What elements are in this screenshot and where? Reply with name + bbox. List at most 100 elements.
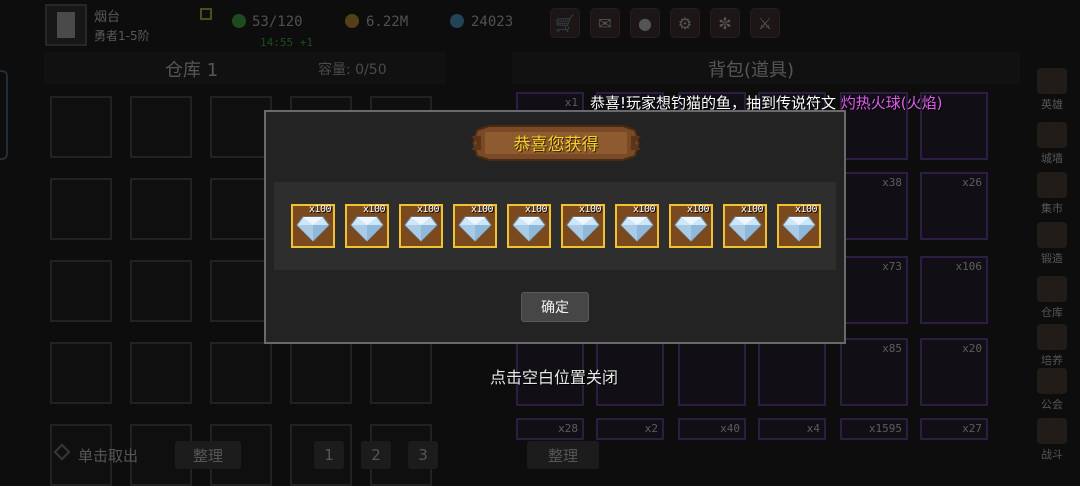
- sidebar-item-5[interactable]: 仓库: [1030, 276, 1074, 322]
- sidebar-item-icon: [1037, 122, 1067, 148]
- backpack-slot[interactable]: x38: [840, 172, 908, 240]
- take-out-label: 单击取出: [78, 447, 139, 465]
- backpack-slot[interactable]: x40: [678, 418, 746, 440]
- broadcast-highlight: 灼热火球(火焰): [840, 94, 943, 112]
- backpack-slot[interactable]: x4: [758, 418, 826, 440]
- diamond-icon: [512, 216, 546, 242]
- page-button-1[interactable]: 1: [314, 441, 344, 469]
- sidebar-item-3[interactable]: 集市: [1030, 172, 1074, 218]
- warehouse-slot[interactable]: [210, 342, 272, 404]
- backpack-slot-count: x4: [806, 422, 820, 435]
- warehouse-slot[interactable]: [290, 342, 352, 404]
- close-hint[interactable]: 点击空白位置关闭: [490, 364, 618, 388]
- warehouse-slot[interactable]: [50, 96, 112, 158]
- reward-item[interactable]: x100: [453, 204, 497, 248]
- backpack-title: 背包(道具): [708, 60, 795, 81]
- page-button-2[interactable]: 2: [361, 441, 391, 469]
- diamond-icon: [566, 216, 600, 242]
- reward-item-count: x100: [578, 204, 602, 215]
- reward-item[interactable]: x100: [345, 204, 389, 248]
- sidebar-item-8[interactable]: 战斗: [1030, 418, 1074, 464]
- sidebar-item-label: 仓库: [1041, 306, 1063, 319]
- backpack-slot[interactable]: x2: [596, 418, 664, 440]
- backpack-slot-count: x28: [558, 422, 578, 435]
- sidebar-item-2[interactable]: 城墙: [1030, 122, 1074, 168]
- warehouse-slot[interactable]: [50, 178, 112, 240]
- warehouse-slot[interactable]: [130, 96, 192, 158]
- warehouse-slot[interactable]: [130, 178, 192, 240]
- backpack-slot[interactable]: x85: [840, 338, 908, 406]
- backpack-slot[interactable]: [758, 338, 826, 406]
- backpack-slot[interactable]: x27: [920, 418, 988, 440]
- player-name: 烟台: [94, 10, 121, 25]
- reward-item[interactable]: x100: [399, 204, 443, 248]
- sidebar-item-label: 英雄: [1041, 98, 1063, 111]
- backpack-slot[interactable]: x106: [920, 256, 988, 324]
- reward-item-count: x100: [686, 204, 710, 215]
- sidebar-item-icon: [1037, 418, 1067, 444]
- avatar[interactable]: [45, 4, 87, 46]
- backpack-slot-count: x73: [882, 260, 902, 273]
- gamepad-icon[interactable]: ●: [630, 8, 660, 38]
- sidebar-item-icon: [1037, 276, 1067, 302]
- reward-item[interactable]: x100: [561, 204, 605, 248]
- warehouse-slot[interactable]: [210, 260, 272, 322]
- warehouse-slot[interactable]: [210, 96, 272, 158]
- reward-item[interactable]: x100: [777, 204, 821, 248]
- gear-icon[interactable]: ⚙: [670, 8, 700, 38]
- warehouse-slot[interactable]: [130, 342, 192, 404]
- backpack-slot[interactable]: x28: [516, 418, 584, 440]
- warehouse-slot[interactable]: [210, 178, 272, 240]
- backpack-slot-count: x106: [955, 260, 983, 273]
- reward-item-count: x100: [794, 204, 818, 215]
- sidebar-item-label: 锻造: [1041, 252, 1063, 265]
- backpack-slot[interactable]: [678, 338, 746, 406]
- backpack-slot[interactable]: x1595: [840, 418, 908, 440]
- backpack-sort-button[interactable]: 整理: [527, 441, 599, 469]
- sidebar-item-label: 公会: [1041, 398, 1063, 411]
- gem-value: 24023: [471, 14, 514, 30]
- energy-icon: [232, 14, 246, 28]
- sidebar-item-1[interactable]: 英雄: [1030, 68, 1074, 114]
- backpack-slot-count: x27: [962, 422, 982, 435]
- shop-icon[interactable]: 🛒: [550, 8, 580, 38]
- reward-item-count: x100: [470, 204, 494, 215]
- sidebar-item-6[interactable]: 培养: [1030, 324, 1074, 370]
- sidebar-item-icon: [1037, 68, 1067, 94]
- reward-item[interactable]: x100: [723, 204, 767, 248]
- player-level: 勇者1-5阶: [94, 29, 150, 43]
- backpack-slot-count: x20: [962, 342, 982, 355]
- reward-item[interactable]: x100: [291, 204, 335, 248]
- wheel-icon[interactable]: ✼: [710, 8, 740, 38]
- diamond-icon: [728, 216, 762, 242]
- reward-item[interactable]: x100: [507, 204, 551, 248]
- warehouse-slot[interactable]: [50, 342, 112, 404]
- warehouse-slot[interactable]: [370, 342, 432, 404]
- backpack-slot[interactable]: x26: [920, 172, 988, 240]
- reward-item[interactable]: x100: [669, 204, 713, 248]
- confirm-button[interactable]: 确定: [521, 292, 589, 322]
- backpack-slot[interactable]: x20: [920, 338, 988, 406]
- reward-item[interactable]: x100: [615, 204, 659, 248]
- diamond-icon: [458, 216, 492, 242]
- sidebar-item-label: 集市: [1041, 202, 1063, 215]
- sword-icon[interactable]: ⚔: [750, 8, 780, 38]
- gold-coin-icon: [345, 14, 359, 28]
- warehouse-slot[interactable]: [130, 260, 192, 322]
- backpack-slot-count: x38: [882, 176, 902, 189]
- energy-timer: 14:55 +1: [260, 36, 313, 49]
- page-button-3[interactable]: 3: [408, 441, 438, 469]
- warehouse-sort-button[interactable]: 整理: [175, 441, 241, 469]
- warehouse-slot[interactable]: [50, 260, 112, 322]
- sidebar-item-label: 培养: [1041, 354, 1063, 367]
- mail-icon[interactable]: ✉: [590, 8, 620, 38]
- reward-item-count: x100: [740, 204, 764, 215]
- reward-item-count: x100: [362, 204, 386, 215]
- diamond-icon: [404, 216, 438, 242]
- backpack-slot[interactable]: x73: [840, 256, 908, 324]
- sidebar-item-7[interactable]: 公会: [1030, 368, 1074, 414]
- left-edge-tab[interactable]: [0, 70, 8, 160]
- sidebar-item-4[interactable]: 锻造: [1030, 222, 1074, 268]
- edit-icon[interactable]: [200, 8, 212, 20]
- diamond-icon: [350, 216, 384, 242]
